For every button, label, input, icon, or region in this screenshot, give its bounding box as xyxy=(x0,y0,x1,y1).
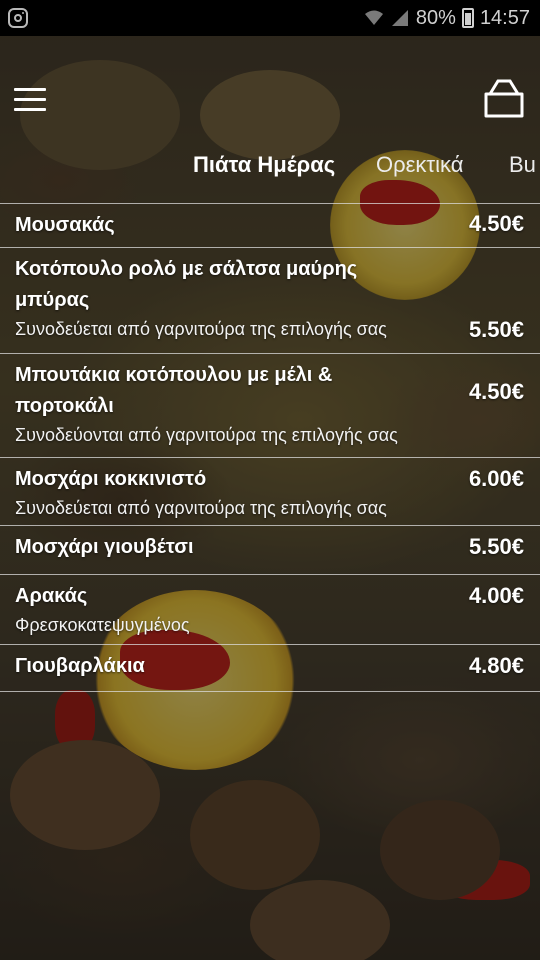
item-name: Κοτόπουλο ρολό με σάλτσα μαύρης μπύρας xyxy=(15,258,358,311)
shopping-bag-icon[interactable] xyxy=(482,78,526,120)
clock-time: 14:57 xyxy=(479,6,530,29)
item-price: 4.00€ xyxy=(468,583,524,608)
status-bar: 80% 14:57 xyxy=(0,0,540,36)
item-description: Συνοδεύονται από γαρνιτούρα της επιλογής… xyxy=(15,425,398,445)
instagram-icon xyxy=(8,8,28,28)
item-price: 5.50€ xyxy=(468,534,524,559)
item-price: 5.50€ xyxy=(468,317,524,342)
menu-item[interactable]: Μοσχάρι κοκκινιστό Συνοδεύεται από γαρνι… xyxy=(0,457,540,525)
item-name: Γιουβαρλάκια xyxy=(15,655,145,677)
menu-item[interactable]: Γιουβαρλάκια 4.80€ xyxy=(0,644,540,692)
menu-item[interactable]: Μουσακάς 4.50€ xyxy=(0,203,540,247)
item-name: Μουσακάς xyxy=(15,214,115,236)
menu-list: Μουσακάς 4.50€ Κοτόπουλο ρολό με σάλτσα … xyxy=(0,203,540,692)
app-header xyxy=(0,36,540,146)
item-name: Μοσχάρι κοκκινιστό xyxy=(15,468,207,490)
hamburger-menu-icon[interactable] xyxy=(14,88,46,112)
wifi-icon xyxy=(364,10,383,25)
menu-item[interactable]: Μοσχάρι γιουβέτσι 5.50€ xyxy=(0,525,540,574)
item-description: Φρεσκοκατεψυγμένος xyxy=(15,615,190,635)
battery-icon xyxy=(461,8,474,28)
battery-percentage: 80% xyxy=(415,6,456,29)
tab-next-category[interactable]: Bu xyxy=(509,152,536,178)
item-name: Αρακάς xyxy=(15,585,88,607)
item-price: 4.50€ xyxy=(468,211,524,236)
item-description: Συνοδεύεται από γαρνιτούρα της επιλογής … xyxy=(15,319,387,339)
category-tabs: Πιάτα Ημέρας Ορεκτικά Bu xyxy=(0,150,540,184)
item-price: 6.00€ xyxy=(468,466,524,491)
item-price: 4.80€ xyxy=(468,653,524,678)
tab-appetizers[interactable]: Ορεκτικά xyxy=(376,152,463,178)
item-name: Μπουτάκια κοτόπουλου με μέλι & πορτοκάλι xyxy=(15,364,333,417)
item-price: 4.50€ xyxy=(468,379,524,404)
menu-item[interactable]: Μπουτάκια κοτόπουλου με μέλι & πορτοκάλι… xyxy=(0,353,540,457)
menu-item[interactable]: Κοτόπουλο ρολό με σάλτσα μαύρης μπύρας Σ… xyxy=(0,247,540,353)
tab-daily-dishes[interactable]: Πιάτα Ημέρας xyxy=(193,152,335,178)
menu-item[interactable]: Αρακάς Φρεσκοκατεψυγμένος 4.00€ xyxy=(0,574,540,644)
item-description: Συνοδεύεται από γαρνιτούρα της επιλογής … xyxy=(15,498,387,518)
item-name: Μοσχάρι γιουβέτσι xyxy=(15,536,194,558)
signal-icon xyxy=(391,10,408,26)
